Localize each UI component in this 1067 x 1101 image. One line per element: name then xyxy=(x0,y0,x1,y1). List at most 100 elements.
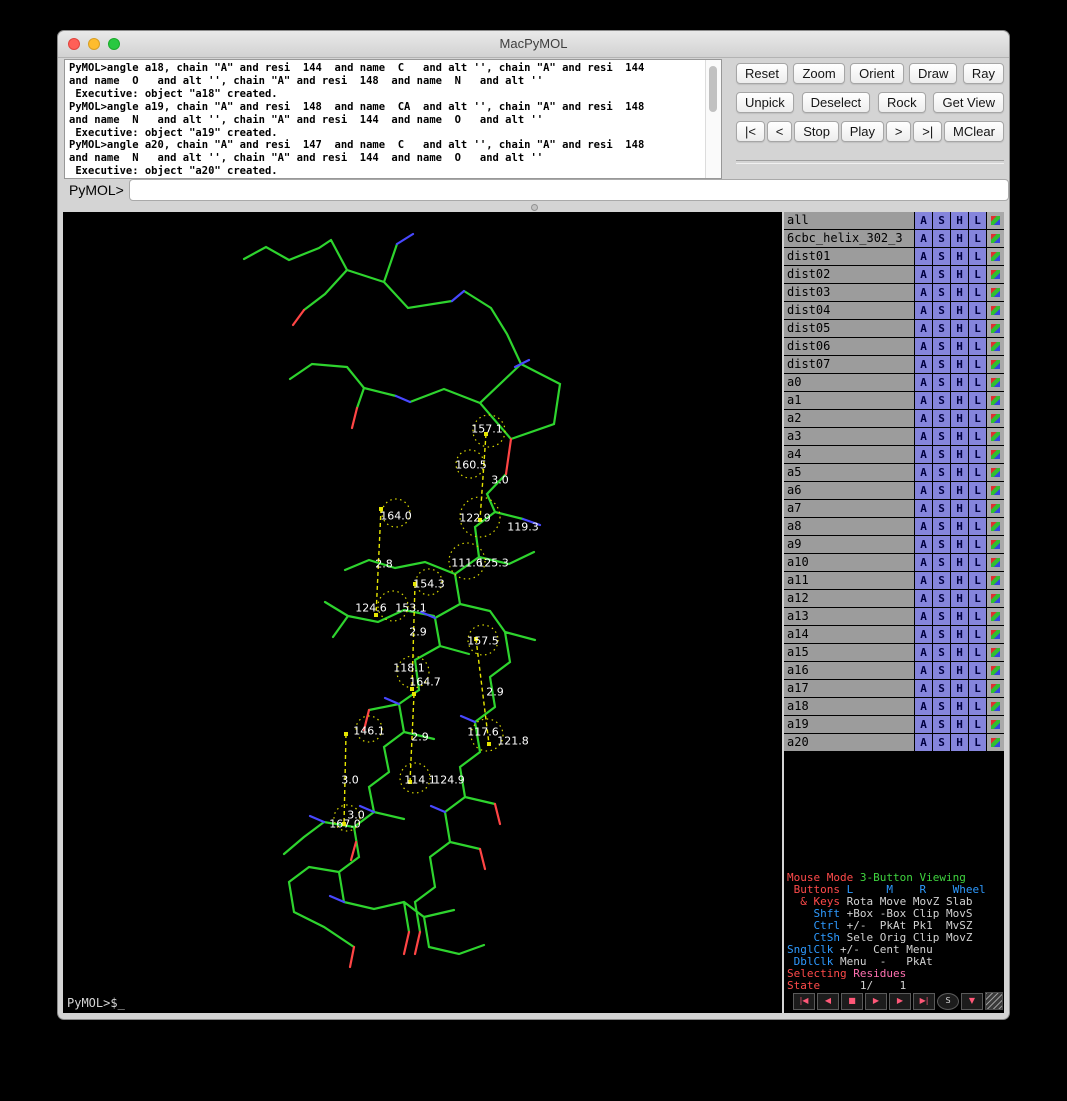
object-c-button[interactable] xyxy=(987,446,1004,463)
object-name[interactable]: a12 xyxy=(784,590,914,607)
object-h-button[interactable]: H xyxy=(951,374,968,391)
object-c-button[interactable] xyxy=(987,374,1004,391)
object-c-button[interactable] xyxy=(987,284,1004,301)
object-l-button[interactable]: L xyxy=(969,338,986,355)
toolbar-button-stop[interactable]: Stop xyxy=(794,121,839,142)
object-s-button[interactable]: S xyxy=(933,662,950,679)
step-forward-button[interactable]: ▶ xyxy=(889,993,911,1010)
object-c-button[interactable] xyxy=(987,536,1004,553)
object-h-button[interactable]: H xyxy=(951,662,968,679)
object-name[interactable]: a3 xyxy=(784,428,914,445)
object-h-button[interactable]: H xyxy=(951,608,968,625)
object-l-button[interactable]: L xyxy=(969,392,986,409)
object-l-button[interactable]: L xyxy=(969,356,986,373)
object-s-button[interactable]: S xyxy=(933,428,950,445)
object-h-button[interactable]: H xyxy=(951,734,968,751)
object-c-button[interactable] xyxy=(987,392,1004,409)
object-c-button[interactable] xyxy=(987,302,1004,319)
object-l-button[interactable]: L xyxy=(969,284,986,301)
object-c-button[interactable] xyxy=(987,608,1004,625)
object-h-button[interactable]: H xyxy=(951,680,968,697)
object-h-button[interactable]: H xyxy=(951,464,968,481)
object-a-button[interactable]: A xyxy=(915,338,932,355)
object-c-button[interactable] xyxy=(987,590,1004,607)
object-name[interactable]: all xyxy=(784,212,914,229)
object-name[interactable]: a15 xyxy=(784,644,914,661)
object-c-button[interactable] xyxy=(987,698,1004,715)
object-a-button[interactable]: A xyxy=(915,644,932,661)
object-a-button[interactable]: A xyxy=(915,518,932,535)
object-name[interactable]: a20 xyxy=(784,734,914,751)
object-h-button[interactable]: H xyxy=(951,302,968,319)
scrollbar-thumb[interactable] xyxy=(709,66,717,112)
object-name[interactable]: a17 xyxy=(784,680,914,697)
object-a-button[interactable]: A xyxy=(915,356,932,373)
object-l-button[interactable]: L xyxy=(969,410,986,427)
object-name[interactable]: dist03 xyxy=(784,284,914,301)
toolbar-button-draw[interactable]: Draw xyxy=(909,63,957,84)
object-name[interactable]: a16 xyxy=(784,662,914,679)
object-c-button[interactable] xyxy=(987,716,1004,733)
object-l-button[interactable]: L xyxy=(969,212,986,229)
command-input[interactable] xyxy=(129,179,1009,201)
object-h-button[interactable]: H xyxy=(951,590,968,607)
object-c-button[interactable] xyxy=(987,464,1004,481)
object-s-button[interactable]: S xyxy=(933,446,950,463)
object-h-button[interactable]: H xyxy=(951,356,968,373)
object-h-button[interactable]: H xyxy=(951,212,968,229)
object-name[interactable]: a6 xyxy=(784,482,914,499)
object-c-button[interactable] xyxy=(987,572,1004,589)
object-c-button[interactable] xyxy=(987,248,1004,265)
object-a-button[interactable]: A xyxy=(915,662,932,679)
object-name[interactable]: a5 xyxy=(784,464,914,481)
object-s-button[interactable]: S xyxy=(933,590,950,607)
object-h-button[interactable]: H xyxy=(951,644,968,661)
object-name[interactable]: a13 xyxy=(784,608,914,625)
object-s-button[interactable]: S xyxy=(933,500,950,517)
object-s-button[interactable]: S xyxy=(933,464,950,481)
object-a-button[interactable]: A xyxy=(915,500,932,517)
object-c-button[interactable] xyxy=(987,338,1004,355)
object-l-button[interactable]: L xyxy=(969,464,986,481)
object-c-button[interactable] xyxy=(987,482,1004,499)
object-name[interactable]: a18 xyxy=(784,698,914,715)
object-h-button[interactable]: H xyxy=(951,482,968,499)
object-s-button[interactable]: S xyxy=(933,392,950,409)
object-a-button[interactable]: A xyxy=(915,248,932,265)
object-a-button[interactable]: A xyxy=(915,536,932,553)
object-s-button[interactable]: S xyxy=(933,716,950,733)
object-c-button[interactable] xyxy=(987,230,1004,247)
toolbar-button-getview[interactable]: Get View xyxy=(933,92,1004,113)
object-a-button[interactable]: A xyxy=(915,374,932,391)
object-s-button[interactable]: S xyxy=(933,482,950,499)
object-h-button[interactable]: H xyxy=(951,626,968,643)
object-h-button[interactable]: H xyxy=(951,248,968,265)
toolbar-button-[interactable]: |< xyxy=(736,121,765,142)
object-a-button[interactable]: A xyxy=(915,212,932,229)
object-name[interactable]: dist02 xyxy=(784,266,914,283)
object-h-button[interactable]: H xyxy=(951,320,968,337)
resize-grip[interactable] xyxy=(985,992,1003,1010)
object-c-button[interactable] xyxy=(987,662,1004,679)
object-l-button[interactable]: L xyxy=(969,626,986,643)
toolbar-button-orient[interactable]: Orient xyxy=(850,63,903,84)
object-name[interactable]: dist01 xyxy=(784,248,914,265)
object-name[interactable]: a10 xyxy=(784,554,914,571)
object-h-button[interactable]: H xyxy=(951,716,968,733)
object-s-button[interactable]: S xyxy=(933,338,950,355)
object-s-button[interactable]: S xyxy=(933,608,950,625)
object-s-button[interactable]: S xyxy=(933,320,950,337)
object-h-button[interactable]: H xyxy=(951,266,968,283)
object-s-button[interactable]: S xyxy=(933,374,950,391)
object-s-button[interactable]: S xyxy=(933,302,950,319)
object-h-button[interactable]: H xyxy=(951,410,968,427)
toolbar-button-zoom[interactable]: Zoom xyxy=(793,63,844,84)
object-a-button[interactable]: A xyxy=(915,284,932,301)
go-start-button[interactable]: |◀ xyxy=(793,993,815,1010)
object-a-button[interactable]: A xyxy=(915,230,932,247)
object-c-button[interactable] xyxy=(987,644,1004,661)
object-s-button[interactable]: S xyxy=(933,356,950,373)
object-s-button[interactable]: S xyxy=(933,212,950,229)
object-h-button[interactable]: H xyxy=(951,518,968,535)
object-l-button[interactable]: L xyxy=(969,374,986,391)
